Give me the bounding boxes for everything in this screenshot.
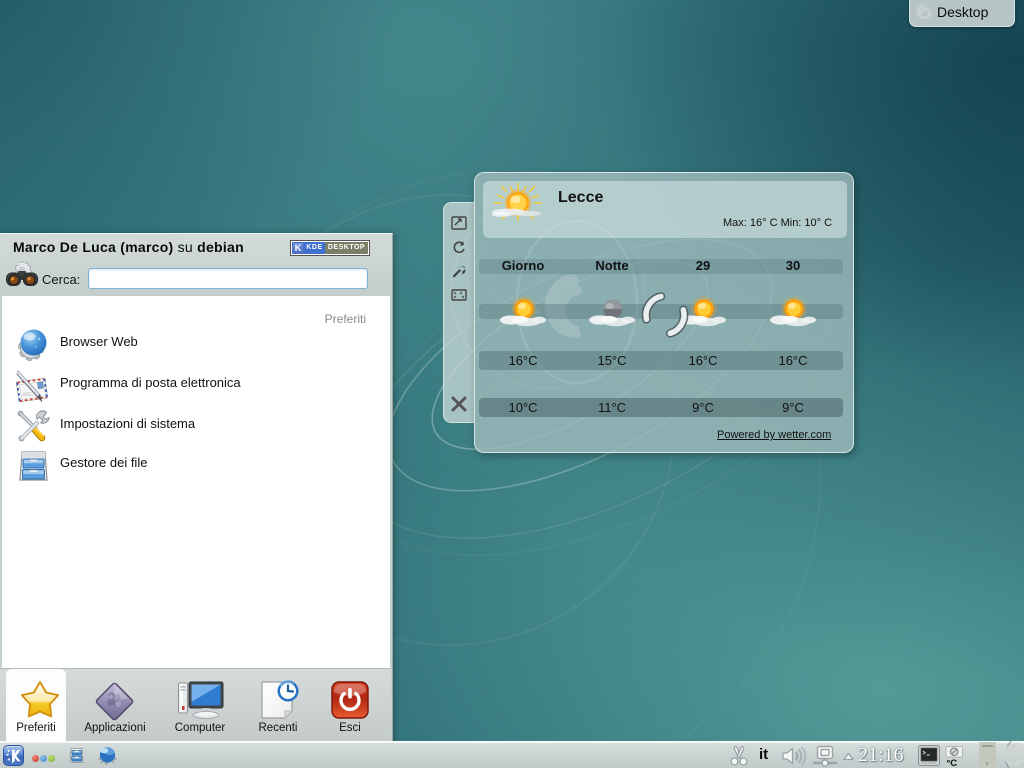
svg-text:°C: °C [947,758,958,767]
